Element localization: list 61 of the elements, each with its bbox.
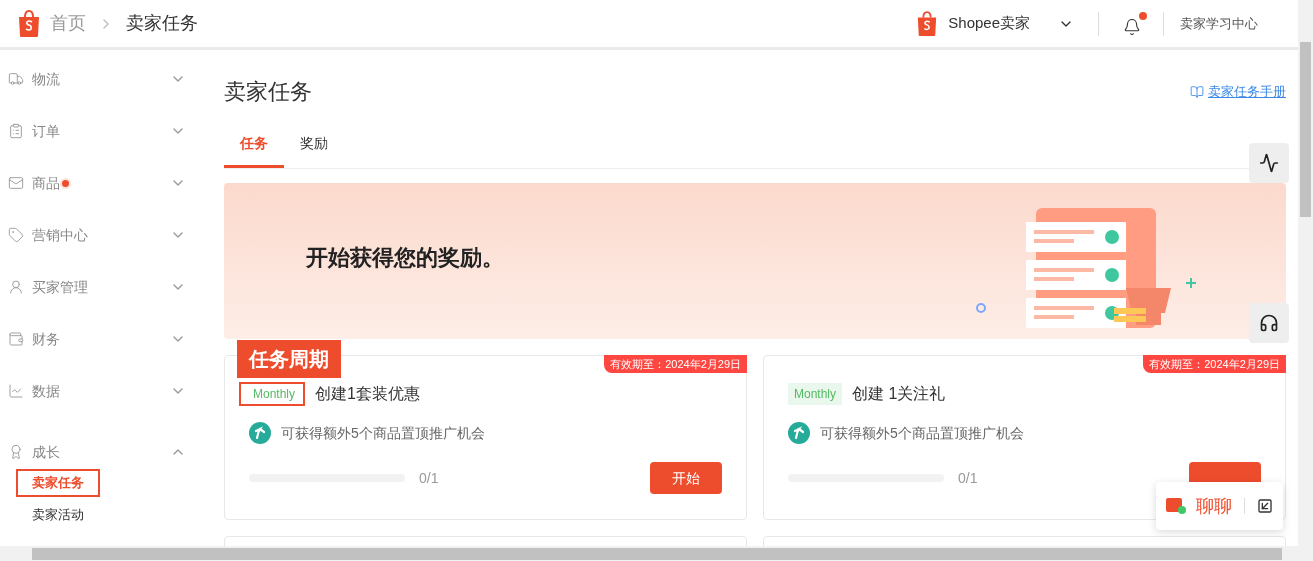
sidebar-label: 数据 — [32, 381, 60, 401]
sidebar-label: 买家管理 — [32, 277, 88, 297]
notification-bell[interactable] — [1123, 11, 1147, 36]
progress-count: 0/1 — [958, 468, 978, 488]
expiry-badge: 有效期至：2024年2月29日 — [1143, 355, 1286, 373]
expiry-badge: 有效期至：2024年2月29日 — [604, 355, 747, 373]
period-tag: Monthly — [788, 383, 843, 405]
monitor-button[interactable] — [1249, 143, 1289, 183]
tab[interactable]: 任务 — [224, 122, 284, 168]
task-title: 创建 1关注礼 — [852, 384, 946, 404]
annotation-label: 任务周期 — [237, 340, 341, 378]
sidebar-subitem[interactable]: 卖家任务 — [16, 469, 100, 497]
medal-icon — [8, 444, 24, 460]
sidebar-label: 商品 — [32, 173, 60, 193]
banner-text: 开始获得您的奖励。 — [306, 243, 504, 272]
sidebar-label: 财务 — [32, 329, 60, 349]
breadcrumb-current: 卖家任务 — [126, 12, 198, 35]
sidebar-label: 订单 — [32, 121, 60, 141]
reward-text: 可获得额外5个商品置顶推广机会 — [281, 423, 485, 443]
sidebar-item[interactable]: 成长 — [0, 435, 210, 469]
expand-icon[interactable] — [1257, 498, 1273, 514]
sidebar-item[interactable]: 营销中心 — [0, 209, 210, 261]
chat-dialog[interactable]: 聊聊 — [1156, 482, 1283, 530]
shop-name: Shopee卖家 — [948, 13, 1030, 34]
chat-icon — [1166, 497, 1188, 515]
person-icon — [8, 279, 24, 295]
horizontal-scrollbar[interactable] — [0, 546, 1313, 561]
line-chart-icon — [8, 383, 24, 399]
reward-text: 可获得额外5个商品置顶推广机会 — [820, 423, 1024, 443]
start-button[interactable]: 开始 — [650, 462, 722, 494]
clipboard-icon — [8, 123, 24, 139]
sidebar-item[interactable]: 数据 — [0, 365, 210, 417]
shopping-bag-logo-icon — [916, 10, 939, 37]
learning-center-link[interactable]: 卖家学习中心 — [1180, 13, 1258, 34]
bag-icon — [8, 175, 24, 191]
sidebar-item[interactable]: 订单 — [0, 105, 210, 157]
sidebar-label: 成长 — [32, 442, 60, 462]
wallet-icon — [8, 331, 24, 347]
sidebar-label: 物流 — [32, 69, 60, 89]
pulse-icon — [1259, 153, 1279, 173]
vertical-scrollbar[interactable] — [1298, 0, 1313, 546]
progress-count: 0/1 — [419, 468, 439, 488]
sidebar-item[interactable]: 买家管理 — [0, 261, 210, 313]
sidebar-item[interactable]: 商品 — [0, 157, 210, 209]
task-title: 创建1套装优惠 — [315, 384, 420, 404]
sidebar-label: 营销中心 — [32, 225, 88, 245]
page-title: 卖家任务 — [224, 78, 312, 106]
home-link[interactable]: 首页 — [50, 10, 86, 37]
handbook-link[interactable]: 卖家任务手册 — [1190, 81, 1286, 102]
sidebar-subitem[interactable]: 卖家活动 — [16, 500, 100, 528]
chat-label: 聊聊 — [1196, 494, 1232, 518]
support-button[interactable] — [1249, 303, 1289, 343]
tag-icon — [8, 227, 24, 243]
period-tag: Monthly — [239, 382, 306, 406]
truck-icon — [8, 71, 24, 87]
book-icon — [1190, 84, 1204, 99]
shopping-bag-logo-icon — [16, 9, 42, 38]
sidebar-item[interactable]: 财务 — [0, 313, 210, 365]
sidebar-item[interactable]: 物流 — [0, 53, 210, 105]
tab[interactable]: 奖励 — [284, 122, 344, 168]
headset-icon — [1259, 313, 1279, 333]
